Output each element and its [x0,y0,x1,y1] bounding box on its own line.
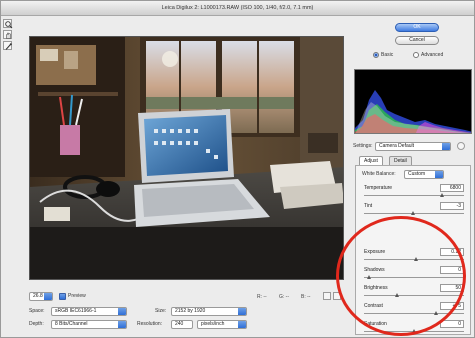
slider-label: Brightness [364,285,388,291]
settings-value: Camera Default [379,143,415,149]
zoom-level-select[interactable]: 26.8 [29,292,53,301]
zoom-level-value: 26.8 [33,293,43,299]
slider-row-contrast: Contrast +75 [364,302,464,320]
tab-adjust[interactable]: Adjust [359,156,383,165]
space-value: sRGB IEC61966-1 [55,308,97,314]
size-label: Size: [155,308,167,314]
settings-label: Settings: [353,143,373,149]
mode-advanced-label: Advanced [421,52,444,58]
chevron-down-icon [118,308,126,315]
slider-thumb[interactable] [366,275,371,279]
white-balance-label: White Balance: [362,171,396,177]
slider-row-tint: Tint -3 [364,202,464,220]
slider-label: Tint [364,203,373,209]
slider-row-brightness: Brightness 50 [364,284,464,302]
resolution-label: Resolution: [137,321,163,327]
settings-select[interactable]: Camera Default [375,142,451,151]
cancel-button[interactable]: Cancel [395,36,439,45]
white-balance-value: Custom [408,171,426,177]
settings-panel: OK Cancel Basic Advanced Settings: Camer… [351,17,474,337]
slider-thumb[interactable] [410,211,415,215]
window-title: Leica Digilux 2: L1000173.RAW (ISO 100, … [1,1,474,16]
rgb-readout-b: B: -- [301,294,311,300]
slider-value-input[interactable]: -3 [440,202,464,210]
space-label: Space: [29,308,45,314]
resolution-input[interactable]: 240 [171,320,193,329]
slider-value-input[interactable]: 0 [440,266,464,274]
slider-row-saturation: Saturation 0 [364,320,464,338]
slider-value-input[interactable]: 6800 [440,184,464,192]
rgb-readout-r: R: -- [257,294,267,300]
slider-label: Shadows [364,267,385,273]
slider-label: Contrast [364,303,383,309]
settings-row: Settings: Camera Default [353,141,472,151]
slider-track[interactable] [364,313,464,314]
resolution-unit-value: pixels/inch [201,321,225,327]
chevron-down-icon [118,321,126,328]
hand-tool-icon[interactable] [3,30,12,39]
size-select[interactable]: 2152 by 1920 [171,307,247,316]
mode-basic-label: Basic [381,52,394,58]
chevron-down-icon [44,293,52,300]
rgb-readout-g: G: -- [279,294,289,300]
camera-raw-window: Leica Digilux 2: L1000173.RAW (ISO 100, … [0,0,475,338]
slider-thumb[interactable] [439,193,444,197]
slider-track[interactable] [364,295,464,296]
mode-advanced-radio[interactable] [413,52,419,58]
slider-thumb[interactable] [394,293,399,297]
resolution-unit-select[interactable]: pixels/inch [197,320,247,329]
slider-thumb[interactable] [413,257,418,261]
slider-row-exposure: Exposure 0.12 [364,248,464,266]
chevron-down-icon [238,321,246,328]
slider-thumb[interactable] [411,329,416,333]
resolution-value: 240 [175,321,184,327]
rotate-right-icon[interactable] [333,292,341,300]
slider-value-input[interactable]: 0 [440,320,464,328]
preview-label: Preview [68,293,86,299]
slider-thumb[interactable] [433,311,438,315]
depth-label: Depth: [29,321,44,327]
slider-row-temperature: Temperature 6800 [364,184,464,202]
depth-select[interactable]: 8 Bits/Channel [51,320,127,329]
histogram [354,69,472,134]
ok-button[interactable]: OK [395,23,439,32]
eyedropper-tool-icon[interactable] [3,41,12,50]
preview-checkbox[interactable] [59,293,66,300]
size-value: 2152 by 1920 [175,308,206,314]
image-preview[interactable] [29,36,344,280]
chevron-down-icon [238,308,246,315]
slider-value-input[interactable]: +75 [440,302,464,310]
slider-row-shadows: Shadows 0 [364,266,464,284]
bottom-controls: 26.8 Preview R: -- G: -- B: -- Space: sR… [29,288,349,334]
zoom-tool-icon[interactable] [3,19,13,29]
slider-track[interactable] [364,277,464,278]
tab-detail[interactable]: Detail [389,156,412,165]
raw-photo-preview [30,37,343,279]
space-select[interactable]: sRGB IEC61966-1 [51,307,127,316]
slider-label: Saturation [364,321,387,327]
adjust-panel: White Balance: Custom Temperature 6800 Tin… [355,165,471,335]
depth-value: 8 Bits/Channel [55,321,88,327]
slider-track[interactable] [364,195,464,196]
chevron-down-icon [435,171,443,178]
slider-value-input[interactable]: 50 [440,284,464,292]
slider-label: Exposure [364,249,386,255]
slider-value-input[interactable]: 0.12 [440,248,464,256]
mode-basic-radio[interactable] [373,52,379,58]
settings-menu-icon[interactable] [457,142,465,150]
tool-palette [3,19,13,52]
slider-label: Temperature [364,185,393,191]
rotate-left-icon[interactable] [323,292,331,300]
white-balance-select[interactable]: Custom [404,170,444,179]
chevron-down-icon [442,143,450,150]
